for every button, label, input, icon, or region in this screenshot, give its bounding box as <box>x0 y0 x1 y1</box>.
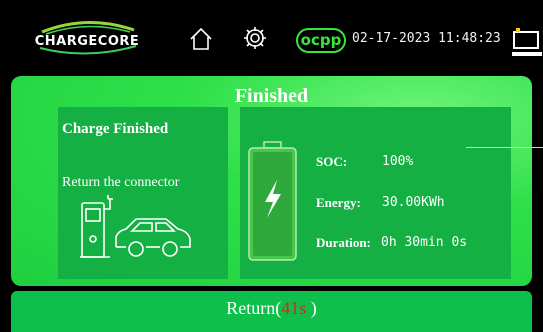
charger-station-icon <box>80 195 191 258</box>
status-card: Charge Finished Return the connector <box>58 107 228 279</box>
return-suffix: ) <box>306 298 317 318</box>
page-title: Finished <box>234 85 309 107</box>
top-bar: CHARGECORE ocpp 02-17-2023 11:48:23 <box>0 0 543 72</box>
countdown-timer: 41s <box>281 298 307 318</box>
ocpp-badge: ocpp <box>296 28 346 53</box>
energy-value: 30.00KWh <box>382 195 445 210</box>
home-icon[interactable] <box>188 26 214 52</box>
return-button[interactable]: Return(41s ) <box>11 291 532 332</box>
battery-icon <box>248 141 297 261</box>
status-title: Charge Finished <box>62 121 169 137</box>
car-icon <box>115 218 191 257</box>
soc-label: SOC: <box>316 154 348 169</box>
gear-icon[interactable] <box>242 25 268 51</box>
duration-label: Duration: <box>316 235 371 250</box>
summary-card: SOC: 100% Energy: 30.00KWh Duration: 0h … <box>240 107 511 279</box>
datetime-display: 02-17-2023 11:48:23 <box>352 31 501 46</box>
network-icon <box>512 28 542 56</box>
soc-value: 100% <box>382 154 414 169</box>
energy-label: Energy: <box>316 195 361 210</box>
duration-value: 0h 30min 0s <box>381 235 468 250</box>
return-label: Return(41s ) <box>11 298 532 319</box>
chargecore-logo: CHARGECORE <box>35 21 140 55</box>
annotation-line <box>466 147 543 148</box>
status-instruction: Return the connector <box>62 175 180 190</box>
return-prefix: Return( <box>226 298 282 318</box>
svg-text:CHARGECORE: CHARGECORE <box>35 34 140 49</box>
